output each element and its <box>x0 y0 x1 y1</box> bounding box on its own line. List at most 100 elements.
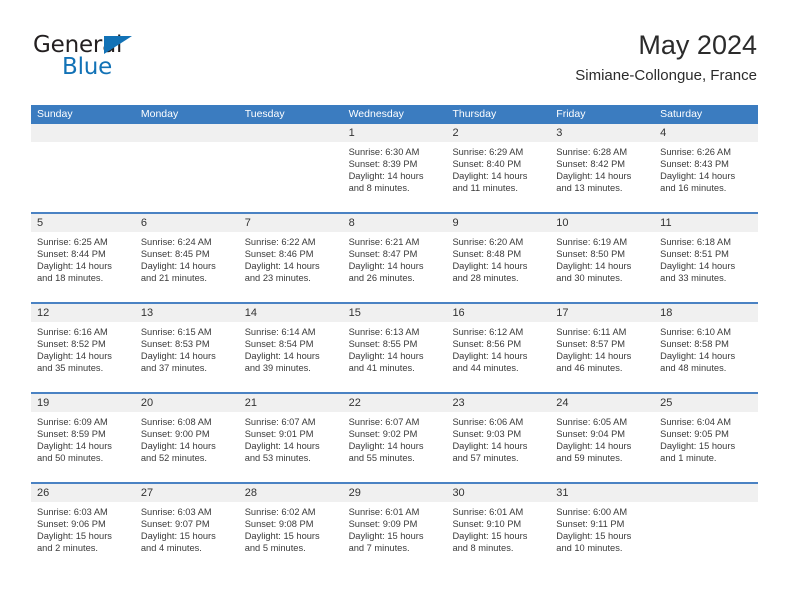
calendar-day-cell[interactable]: 19 Sunrise: 6:09 AM Sunset: 8:59 PM Dayligh… <box>31 394 135 482</box>
day-number: 10 <box>556 217 569 229</box>
sunset-time: Sunset: 8:48 PM <box>452 249 522 260</box>
sunrise-time: Sunrise: 6:14 AM <box>244 327 316 337</box>
calendar-grid: Sunday Monday Tuesday Wednesday Thursday… <box>31 105 759 572</box>
calendar-day-cell[interactable]: 25 Sunrise: 6:04 AM Sunset: 9:05 PM Dayligh… <box>654 394 759 482</box>
day-number: 30 <box>452 487 465 499</box>
calendar-day-cell[interactable]: 30 Sunrise: 6:01 AM Sunset: 9:10 PM Dayligh… <box>446 484 551 572</box>
day-sun-info: Sunrise: 6:07 AM Sunset: 9:01 PM Daylight:… <box>239 412 343 464</box>
sunrise-time: Sunrise: 6:05 AM <box>556 417 628 427</box>
day-number-band: 10 <box>550 214 655 232</box>
day-number: 2 <box>452 127 459 139</box>
daylight-duration-line1: Daylight: 14 hours <box>37 351 112 362</box>
sunrise-time: Sunrise: 6:26 AM <box>660 147 731 157</box>
sunset-time: Sunset: 9:08 PM <box>244 519 314 530</box>
day-number-band: 8 <box>342 214 447 232</box>
calendar-day-cell[interactable]: 2 Sunrise: 6:29 AM Sunset: 8:40 PM Daylight… <box>446 124 551 212</box>
sunset-time: Sunset: 8:46 PM <box>244 249 314 260</box>
calendar-day-cell[interactable]: 31 Sunrise: 6:00 AM Sunset: 9:11 PM Dayligh… <box>550 484 655 572</box>
day-number-band: 6 <box>134 214 239 232</box>
calendar-day-cell[interactable]: 8 Sunrise: 6:21 AM Sunset: 8:47 PM Daylight… <box>342 214 447 302</box>
calendar-week-row: 19 Sunrise: 6:09 AM Sunset: 8:59 PM Dayligh… <box>31 392 759 482</box>
calendar-day-cell[interactable]: 5 Sunrise: 6:25 AM Sunset: 8:44 PM Daylight… <box>31 214 135 302</box>
daylight-duration-line1: Daylight: 14 hours <box>244 351 320 362</box>
sunset-time: Sunset: 9:02 PM <box>348 429 418 440</box>
day-number: 27 <box>140 487 154 499</box>
daylight-duration-line2: and 10 minutes. <box>556 543 623 554</box>
calendar-day-cell[interactable]: 9 Sunrise: 6:20 AM Sunset: 8:48 PM Daylight… <box>446 214 551 302</box>
day-number: 15 <box>348 307 361 319</box>
day-number-band: 30 <box>446 484 551 502</box>
sunrise-time: Sunrise: 6:12 AM <box>452 327 524 337</box>
calendar-day-cell[interactable]: 26 Sunrise: 6:03 AM Sunset: 9:06 PM Dayligh… <box>31 484 135 572</box>
daylight-duration-line2: and 37 minutes. <box>140 363 208 374</box>
calendar-day-cell-empty <box>654 484 759 572</box>
sunset-time: Sunset: 9:10 PM <box>452 519 522 530</box>
calendar-weeks: 1 Sunrise: 6:30 AM Sunset: 8:39 PM Daylight… <box>31 124 759 572</box>
calendar-day-cell[interactable]: 6 Sunrise: 6:24 AM Sunset: 8:45 PM Daylight… <box>134 214 239 302</box>
sunset-time: Sunset: 9:09 PM <box>348 519 418 530</box>
calendar-day-cell[interactable]: 3 Sunrise: 6:28 AM Sunset: 8:42 PM Daylight… <box>550 124 655 212</box>
calendar-day-cell[interactable]: 12 Sunrise: 6:16 AM Sunset: 8:52 PM Dayligh… <box>31 304 135 392</box>
calendar-day-cell[interactable]: 23 Sunrise: 6:06 AM Sunset: 9:03 PM Dayligh… <box>446 394 551 482</box>
sunrise-time: Sunrise: 6:30 AM <box>348 147 420 157</box>
sunrise-time: Sunrise: 6:20 AM <box>452 237 524 247</box>
daylight-duration-line2: and 50 minutes. <box>37 453 104 464</box>
calendar-day-cell[interactable]: 27 Sunrise: 6:03 AM Sunset: 9:07 PM Dayligh… <box>134 484 239 572</box>
daylight-duration-line1: Daylight: 14 hours <box>140 261 216 272</box>
calendar-day-cell[interactable]: 15 Sunrise: 6:13 AM Sunset: 8:55 PM Dayligh… <box>342 304 447 392</box>
calendar-day-cell[interactable]: 18 Sunrise: 6:10 AM Sunset: 8:58 PM Dayligh… <box>654 304 759 392</box>
calendar-day-cell[interactable]: 13 Sunrise: 6:15 AM Sunset: 8:53 PM Dayligh… <box>134 304 239 392</box>
sunset-time: Sunset: 8:58 PM <box>660 339 729 350</box>
daylight-duration-line2: and 46 minutes. <box>556 363 623 374</box>
calendar-day-cell[interactable]: 7 Sunrise: 6:22 AM Sunset: 8:46 PM Daylight… <box>238 214 343 302</box>
sunset-time: Sunset: 9:07 PM <box>140 519 210 530</box>
sunset-time: Sunset: 9:05 PM <box>660 429 729 440</box>
daylight-duration-line2: and 1 minute. <box>660 453 717 464</box>
day-sun-info: Sunrise: 6:14 AM Sunset: 8:54 PM Daylight:… <box>239 322 343 374</box>
calendar-day-cell[interactable]: 29 Sunrise: 6:01 AM Sunset: 9:09 PM Dayligh… <box>342 484 447 572</box>
daylight-duration-line2: and 52 minutes. <box>140 453 208 464</box>
day-number: 7 <box>244 217 251 229</box>
calendar-day-cell-empty <box>134 124 239 212</box>
calendar-day-cell[interactable]: 24 Sunrise: 6:05 AM Sunset: 9:04 PM Dayligh… <box>550 394 655 482</box>
daylight-duration-line2: and 41 minutes. <box>348 363 415 374</box>
day-number: 29 <box>348 487 361 499</box>
daylight-duration-line1: Daylight: 14 hours <box>348 171 424 182</box>
calendar-day-cell[interactable]: 22 Sunrise: 6:07 AM Sunset: 9:02 PM Dayligh… <box>342 394 447 482</box>
sunrise-time: Sunrise: 6:19 AM <box>556 237 628 247</box>
day-number: 23 <box>452 397 465 409</box>
calendar-day-cell[interactable]: 20 Sunrise: 6:08 AM Sunset: 9:00 PM Dayligh… <box>134 394 239 482</box>
calendar-week-row: 1 Sunrise: 6:30 AM Sunset: 8:39 PM Daylight… <box>31 124 759 212</box>
calendar-day-cell[interactable]: 1 Sunrise: 6:30 AM Sunset: 8:39 PM Daylight… <box>342 124 447 212</box>
daylight-duration-line1: Daylight: 14 hours <box>348 441 424 452</box>
logo-text-blue: Blue <box>62 54 113 80</box>
daylight-duration-line2: and 7 minutes. <box>348 543 410 554</box>
sunset-time: Sunset: 9:01 PM <box>244 429 314 440</box>
sunset-time: Sunset: 8:40 PM <box>452 159 522 170</box>
calendar-day-cell[interactable]: 14 Sunrise: 6:14 AM Sunset: 8:54 PM Dayligh… <box>238 304 343 392</box>
calendar-day-cell[interactable]: 11 Sunrise: 6:18 AM Sunset: 8:51 PM Dayligh… <box>654 214 759 302</box>
sunrise-time: Sunrise: 6:04 AM <box>660 417 731 427</box>
sunrise-time: Sunrise: 6:11 AM <box>556 327 627 337</box>
sunrise-time: Sunrise: 6:02 AM <box>244 507 316 517</box>
day-sun-info: Sunrise: 6:08 AM Sunset: 9:00 PM Daylight:… <box>135 412 239 464</box>
sunrise-time: Sunrise: 6:09 AM <box>37 417 108 427</box>
calendar-day-cell[interactable]: 21 Sunrise: 6:07 AM Sunset: 9:01 PM Dayligh… <box>238 394 343 482</box>
calendar-day-cell[interactable]: 28 Sunrise: 6:02 AM Sunset: 9:08 PM Dayligh… <box>238 484 343 572</box>
sunset-time: Sunset: 8:53 PM <box>140 339 210 350</box>
general-blue-logo[interactable]: General Blue <box>31 32 251 88</box>
calendar-day-cell[interactable]: 16 Sunrise: 6:12 AM Sunset: 8:56 PM Dayligh… <box>446 304 551 392</box>
daylight-duration-line1: Daylight: 14 hours <box>452 441 528 452</box>
day-sun-info: Sunrise: 6:10 AM Sunset: 8:58 PM Daylight:… <box>654 322 758 374</box>
calendar-day-cell[interactable]: 17 Sunrise: 6:11 AM Sunset: 8:57 PM Dayligh… <box>550 304 655 392</box>
day-number-band: 24 <box>550 394 655 412</box>
calendar-day-cell[interactable]: 10 Sunrise: 6:19 AM Sunset: 8:50 PM Dayligh… <box>550 214 655 302</box>
calendar-day-cell[interactable]: 4 Sunrise: 6:26 AM Sunset: 8:43 PM Daylight… <box>654 124 759 212</box>
daylight-duration-line2: and 18 minutes. <box>37 273 104 284</box>
weekday-header-tuesday: Tuesday <box>244 108 285 120</box>
day-sun-info: Sunrise: 6:20 AM Sunset: 8:48 PM Daylight:… <box>446 232 550 284</box>
title-block: May 2024 Simiane-Collongue, France <box>575 28 757 87</box>
daylight-duration-line1: Daylight: 14 hours <box>452 171 528 182</box>
day-number-band: 15 <box>342 304 447 322</box>
daylight-duration-line2: and 2 minutes. <box>37 543 98 554</box>
